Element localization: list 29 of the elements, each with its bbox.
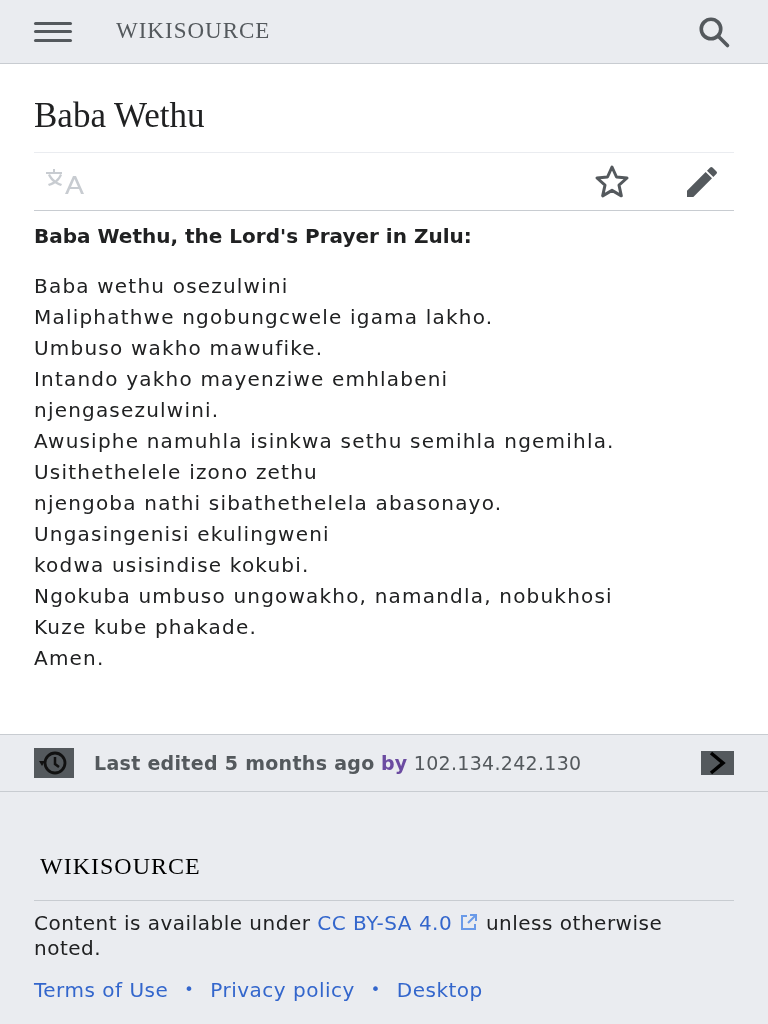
prayer-line: Umbuso wakho mawufike. — [34, 335, 325, 362]
prayer-line: njengasezulwini. — [34, 397, 221, 424]
separator-dot: • — [184, 979, 195, 1001]
wordmark[interactable]: WIKISOURCE — [116, 14, 271, 49]
prayer-heading: Baba Wethu, the Lord's Prayer in Zulu: — [34, 223, 473, 249]
footer-link[interactable]: Terms of Use — [34, 975, 169, 1005]
chevron-right-icon[interactable] — [701, 751, 734, 775]
menu-icon[interactable] — [34, 19, 72, 44]
prayer-line: Ungasingenisi ekulingweni — [34, 521, 331, 548]
license-text: Content is available under CC BY-SA 4.0 unless otherwise noted. — [34, 911, 664, 961]
prayer-line: Kuze kube phakade. — [34, 614, 259, 641]
external-link-icon — [459, 912, 480, 932]
prayer-line: Awusiphe namuhla isinkwa sethu semihla ngemihla. — [34, 428, 616, 455]
prayer-line: Ngokuba umbuso ungowakho, namandla, nobukhosi — [34, 583, 614, 610]
prayer-line: Intando yakho mayenziwe emhlabeni — [34, 366, 450, 393]
history-icon[interactable] — [34, 748, 74, 778]
prayer-line: kodwa usisindise kokubi. — [34, 552, 311, 579]
footer-link[interactable]: Desktop — [396, 975, 483, 1005]
last-edited-link[interactable]: Last edited 5 months ago by 102.134.242.130 — [94, 748, 582, 778]
separator-dot: • — [370, 979, 381, 1001]
footer-wordmark: WIKISOURCE — [40, 852, 202, 881]
page-title: Baba Wethu — [34, 94, 734, 153]
prayer-line: Usithethelele izono zethu — [34, 459, 319, 486]
prayer-line: njengoba nathi sibathethelela abasonayo. — [34, 490, 504, 517]
prayer-line: Baba wethu osezulwini — [34, 273, 290, 300]
footer-link[interactable]: Privacy policy — [210, 975, 355, 1005]
prayer-line: Amen. — [34, 645, 106, 672]
license-link[interactable]: CC BY-SA 4.0 — [317, 911, 480, 935]
prayer-line: Maliphathwe ngobungcwele igama lakho. — [34, 304, 495, 331]
